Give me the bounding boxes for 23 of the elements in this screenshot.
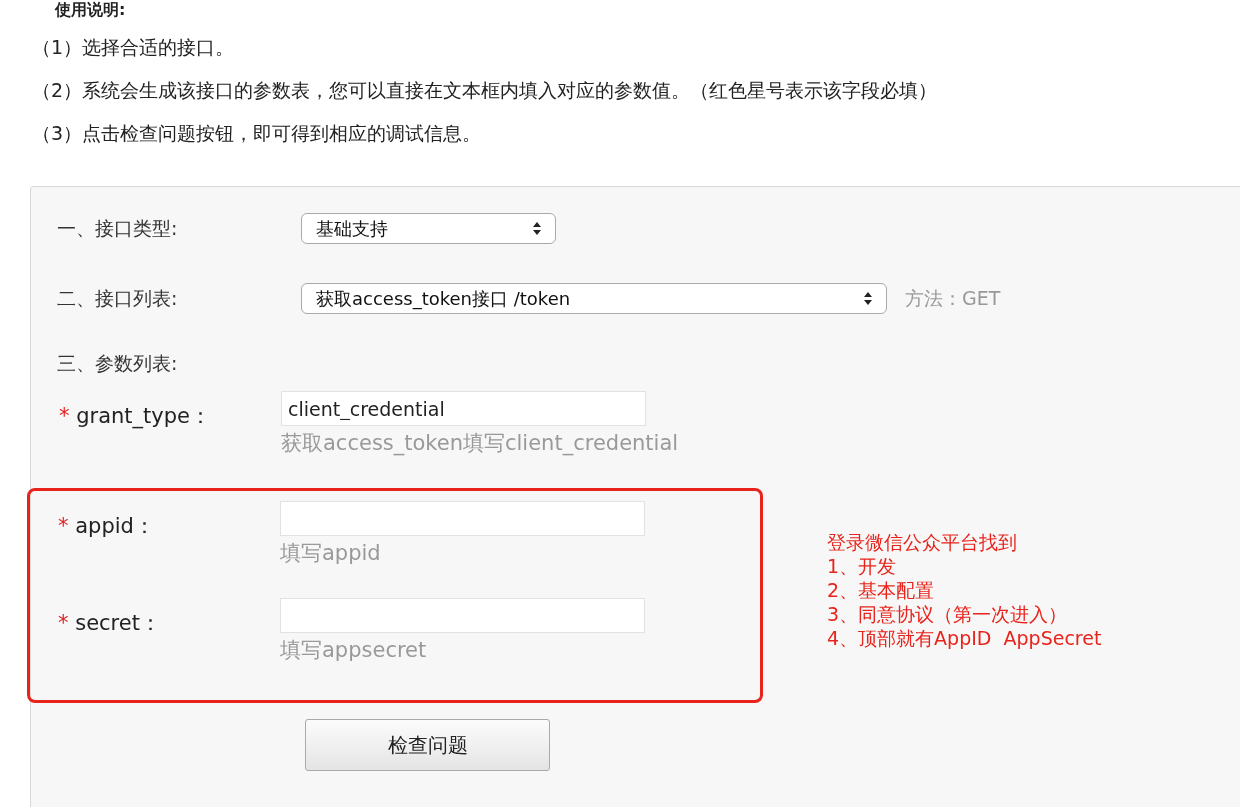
field-label: 二、接口列表: <box>56 285 179 311</box>
check-button[interactable]: 检查问题 <box>305 719 550 771</box>
instruction-text: （2）系统会生成该接口的参数表，您可以直接在文本框内填入对应的参数值。（红色星号表示该字段必填） <box>32 78 939 103</box>
field-label: 一、接口类型: <box>56 215 179 241</box>
parameter-label: * grant_type： <box>58 403 212 431</box>
parameter-label: * appid： <box>57 513 156 540</box>
parameter-hint: 获取access_token填写client_credential <box>281 430 679 458</box>
parameter-hint: 填写appid <box>280 540 382 567</box>
parameter-hint: 填写appsecret <box>280 637 428 664</box>
parameter-input[interactable] <box>280 598 645 633</box>
annotation-note: 登录微信公众平台找到 1、开发 2、基本配置 3、同意协议（第一次进入） 4、顶部就有AppID AppSecret <box>827 530 1102 650</box>
instructions-heading: 使用说明: <box>53 0 127 20</box>
method-text: 方法：GET <box>905 285 1001 311</box>
parameter-input[interactable]: client_credential <box>281 391 646 426</box>
interface-type-select[interactable]: 基础支持 <box>301 212 556 244</box>
instruction-text: （3）点击检查问题按钮，即可得到相应的调试信息。 <box>32 121 483 146</box>
interface-list-select[interactable]: 获取access_token接口 /token <box>301 282 887 314</box>
parameter-input[interactable] <box>280 501 645 536</box>
instruction-text: （1）选择合适的接口。 <box>32 35 236 60</box>
updown-arrows-icon <box>864 291 872 305</box>
updown-arrows-icon <box>533 221 541 235</box>
field-label: 三、参数列表: <box>56 351 179 376</box>
parameter-label: * secret： <box>57 610 162 637</box>
